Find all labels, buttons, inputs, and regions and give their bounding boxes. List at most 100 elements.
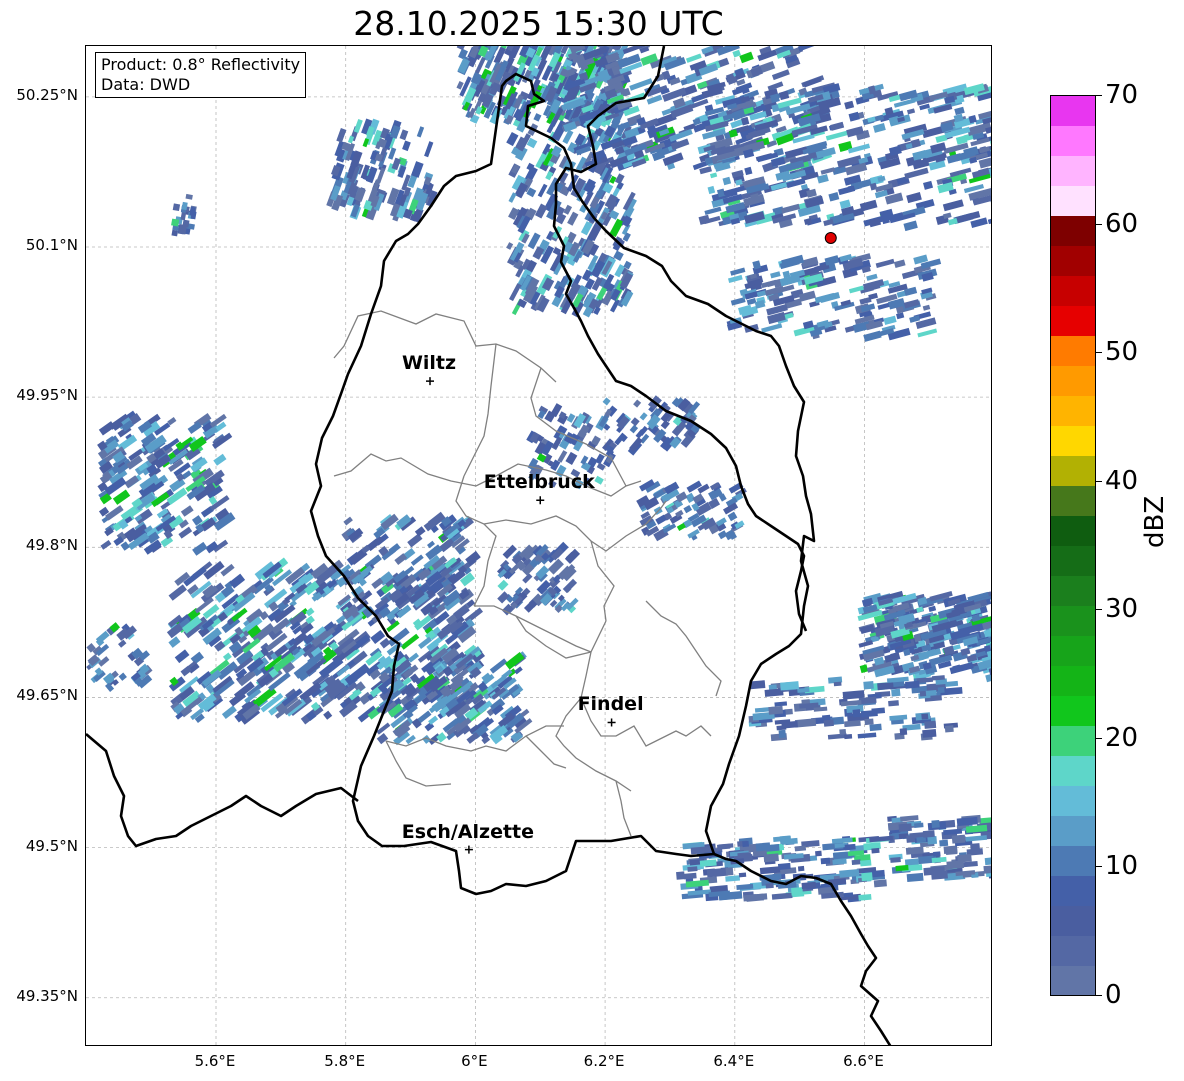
echo-cell [112, 489, 131, 505]
echo-cell [794, 718, 817, 728]
echo-cell [178, 526, 193, 539]
echo-cell [893, 259, 906, 268]
colorbar-segment [1051, 605, 1095, 636]
lat-tick-label: 49.95°N [16, 386, 78, 405]
product-info-box: Product: 0.8° Reflectivity Data: DWD [95, 52, 307, 98]
echo-cell [871, 847, 880, 854]
city-label: Esch/Alzette [401, 820, 535, 843]
echo-cell [888, 145, 902, 156]
lon-tick-label: 6°E [461, 1052, 488, 1070]
colorbar-tick-label: 0 [1105, 980, 1122, 1010]
echo-cell [594, 475, 604, 485]
echo-cell [639, 412, 648, 421]
colorbar-tick [1096, 737, 1102, 739]
echo-cell [687, 866, 698, 872]
echo-cell [353, 118, 363, 134]
echo-cell [828, 192, 840, 202]
echo-cell [562, 578, 578, 594]
colorbar-segment [1051, 665, 1095, 696]
echo-cell [922, 729, 937, 738]
echo-cell [943, 212, 952, 219]
product-label: Product: 0.8° Reflectivity [101, 55, 301, 74]
colorbar-segment [1051, 695, 1095, 726]
colorbar-segment [1051, 125, 1095, 157]
echo-cell [565, 451, 578, 465]
echo-cell [797, 46, 820, 52]
echo-cell [411, 161, 424, 178]
colorbar-segment [1051, 575, 1095, 606]
colorbar-tick [1096, 480, 1102, 482]
echo-cell [424, 141, 434, 158]
echo-cell [831, 837, 853, 844]
echo-cell [861, 872, 873, 882]
echo-cell [931, 870, 948, 880]
echo-cell [922, 304, 931, 311]
echo-cell [168, 636, 181, 648]
colorbar-segment [1051, 815, 1095, 846]
colorbar-tick-label: 60 [1105, 208, 1139, 239]
echo-cell [965, 835, 988, 842]
echo-cell [825, 130, 849, 141]
colorbar-tick [1096, 866, 1102, 868]
map-title: 28.10.2025 15:30 UTC [353, 4, 724, 43]
france-border [86, 733, 359, 848]
echo-cell [305, 607, 315, 617]
echo-cell [951, 834, 966, 844]
echo-cell [213, 453, 227, 466]
colorbar-segment [1051, 455, 1095, 487]
colorbar-tick [1096, 352, 1102, 354]
echo-cell [871, 707, 886, 715]
echo-cell [906, 872, 924, 883]
radar-site-marker [824, 231, 837, 244]
lon-tick-label: 5.8°E [324, 1052, 366, 1070]
echo-cell [120, 541, 130, 551]
echo-cell [797, 865, 805, 872]
echo-cell [609, 218, 624, 238]
echo-cell [896, 312, 905, 320]
echo-cell [944, 725, 954, 733]
echo-cell [899, 728, 908, 736]
colorbar-segment [1051, 935, 1095, 966]
colorbar-tick [1096, 223, 1102, 225]
echo-cell [888, 700, 899, 707]
echo-cell [816, 174, 829, 184]
echo-cell [838, 185, 856, 196]
echo-cell [771, 892, 793, 900]
map-area[interactable] [85, 45, 992, 1046]
echo-cell [347, 135, 355, 144]
echo-cell [928, 605, 937, 612]
echo-cell [602, 397, 611, 406]
echo-cell [537, 183, 548, 198]
echo-cell [922, 830, 935, 838]
colorbar-segment [1051, 335, 1095, 367]
echo-cell [633, 399, 642, 408]
echo-cell [379, 637, 391, 649]
echo-cell [931, 820, 940, 829]
echo-cell [746, 298, 757, 306]
colorbar-tick-label: 30 [1105, 594, 1139, 625]
echo-cell [630, 417, 640, 427]
echo-cell [506, 242, 514, 250]
echo-cell [562, 129, 574, 145]
echo-cell [744, 166, 753, 176]
echo-cell [763, 853, 779, 863]
echo-cell [222, 652, 232, 662]
echo-cell [848, 111, 860, 122]
echo-cell [683, 872, 697, 880]
echo-cell [857, 732, 877, 739]
colorbar-segment [1051, 635, 1095, 666]
lat-tick-label: 49.5°N [25, 836, 78, 855]
city-label: Findel [577, 693, 644, 716]
echo-cell [118, 639, 127, 648]
colorbar-segment [1051, 965, 1095, 996]
echo-cell [803, 76, 822, 88]
echo-cell [707, 185, 716, 195]
echo-cell [844, 843, 856, 851]
lat-tick-label: 49.65°N [16, 686, 78, 705]
echo-cell [900, 815, 919, 822]
echo-cell [343, 516, 353, 526]
echo-cell [704, 206, 722, 216]
echo-cell [925, 690, 937, 697]
echo-cell [873, 879, 887, 888]
echo-cell [698, 214, 711, 225]
